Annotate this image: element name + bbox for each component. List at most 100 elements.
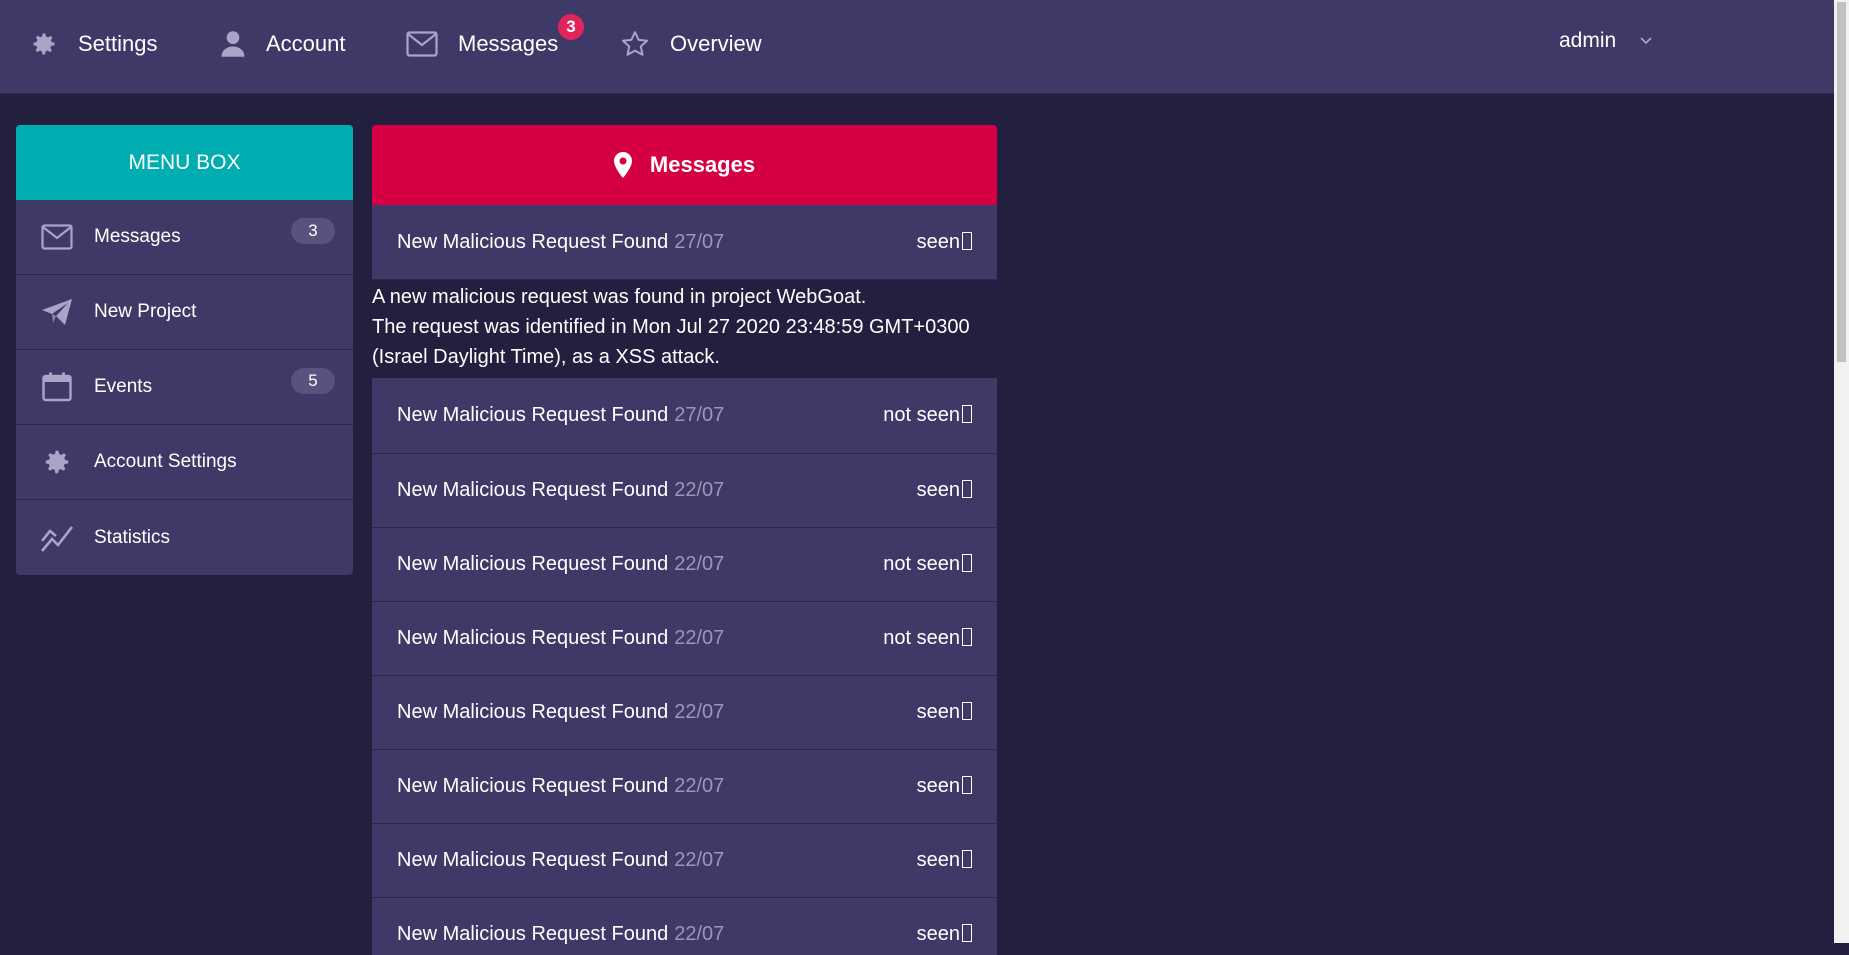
missing-glyph-icon: [962, 924, 972, 942]
message-status[interactable]: not seen: [883, 404, 972, 427]
message-date: 22/07: [674, 627, 725, 649]
messages-badge: 3: [558, 14, 584, 40]
missing-glyph-icon: [962, 480, 972, 498]
message-status-label: seen: [916, 701, 960, 723]
messages-panel: Messages New Malicious Request Found 27/0…: [372, 125, 997, 955]
gear-icon: [40, 445, 74, 479]
missing-glyph-icon: [962, 554, 972, 572]
message-body-line: A new malicious request was found in pro…: [372, 286, 867, 308]
message-title: New Malicious Request Found: [397, 627, 669, 649]
missing-glyph-icon: [962, 405, 972, 423]
message-title-wrap: New Malicious Request Found 22/07: [397, 849, 724, 872]
nav-messages[interactable]: Messages 3: [406, 14, 584, 64]
message-title: New Malicious Request Found: [397, 404, 669, 426]
menu-box: MENU BOX Messages 3 New Project Events 5…: [16, 125, 353, 575]
message-row[interactable]: New Malicious Request Found 22/07 seen: [372, 824, 997, 898]
user-icon: [221, 31, 245, 57]
message-title-wrap: New Malicious Request Found 22/07: [397, 479, 724, 502]
sidebar-item-statistics[interactable]: Statistics: [16, 500, 353, 575]
message-title-wrap: New Malicious Request Found 22/07: [397, 701, 724, 724]
message-status-label: seen: [916, 923, 960, 945]
message-status-label: seen: [916, 230, 960, 253]
message-body-line: The request was identified in Mon Jul 27…: [372, 316, 970, 338]
message-title: New Malicious Request Found: [397, 553, 669, 575]
missing-glyph-icon: [962, 628, 972, 646]
message-title: New Malicious Request Found: [397, 849, 669, 871]
message-date: 22/07: [674, 701, 725, 723]
calendar-icon: [40, 370, 74, 404]
sidebar-item-label: Account Settings: [94, 451, 237, 472]
message-title: New Malicious Request Found: [397, 230, 669, 253]
message-title-wrap: New Malicious Request Found 22/07: [397, 775, 724, 798]
envelope-icon: [40, 220, 74, 254]
nav-settings[interactable]: Settings: [30, 24, 158, 64]
chart-line-icon: [40, 521, 74, 555]
message-status[interactable]: seen: [917, 701, 972, 724]
missing-glyph-icon: [962, 850, 972, 868]
messages-count-badge: 3: [291, 218, 335, 244]
message-title: New Malicious Request Found: [397, 775, 669, 797]
envelope-icon: [406, 31, 438, 57]
sidebar-item-label: Events: [94, 376, 153, 397]
message-date: 27/07: [674, 404, 725, 426]
message-row[interactable]: New Malicious Request Found 27/07 not see…: [372, 378, 997, 454]
events-count-badge: 5: [291, 368, 335, 394]
sidebar-item-label: Statistics: [94, 526, 171, 548]
message-body: A new malicious request was found in pro…: [372, 280, 997, 378]
gear-icon: [33, 33, 55, 55]
sidebar-item-label: New Project: [94, 301, 197, 322]
nav-messages-label: Messages: [458, 31, 559, 56]
missing-glyph-icon: [962, 702, 972, 720]
messages-panel-title: Messages: [649, 152, 756, 177]
message-date: 27/07: [674, 230, 725, 253]
message-status-label: not seen: [883, 404, 960, 426]
scrollbar-thumb[interactable]: [1837, 2, 1846, 362]
message-date: 22/07: [674, 553, 725, 575]
message-row[interactable]: New Malicious Request Found 22/07 seen: [372, 454, 997, 528]
message-title: New Malicious Request Found: [397, 701, 669, 723]
message-row[interactable]: New Malicious Request Found 22/07 not see…: [372, 528, 997, 602]
sidebar-item-new-project[interactable]: New Project: [16, 275, 353, 350]
message-status[interactable]: seen: [917, 849, 972, 872]
message-row[interactable]: New Malicious Request Found 27/07 seen: [372, 205, 997, 280]
menu-box-title: MENU BOX: [16, 125, 353, 200]
username: admin: [1559, 29, 1617, 52]
message-row[interactable]: New Malicious Request Found 22/07 not see…: [372, 602, 997, 676]
message-body-line: (Israel Daylight Time), as a XSS attack.: [372, 346, 720, 368]
nav-overview-label: Overview: [670, 31, 762, 56]
message-title: New Malicious Request Found: [397, 923, 669, 945]
nav-overview[interactable]: Overview: [620, 24, 762, 64]
paper-plane-icon: [40, 295, 74, 329]
sidebar-item-events[interactable]: Events 5: [16, 350, 353, 425]
nav-account[interactable]: Account: [220, 24, 346, 64]
message-status[interactable]: not seen: [883, 627, 972, 650]
message-status[interactable]: not seen: [883, 553, 972, 576]
nav-account-label: Account: [266, 31, 346, 56]
message-date: 22/07: [674, 849, 725, 871]
sidebar-item-account-settings[interactable]: Account Settings: [16, 425, 353, 500]
message-status[interactable]: seen: [917, 479, 972, 502]
map-marker-icon: [613, 152, 632, 178]
message-status-label: seen: [916, 479, 960, 501]
message-row[interactable]: New Malicious Request Found 22/07 seen: [372, 676, 997, 750]
message-date: 22/07: [674, 479, 725, 501]
nav-settings-label: Settings: [78, 31, 158, 56]
message-status-label: seen: [916, 775, 960, 797]
message-title: New Malicious Request Found: [397, 479, 669, 501]
page-scrollbar[interactable]: [1834, 0, 1849, 943]
message-title-wrap: New Malicious Request Found 27/07: [397, 231, 724, 254]
messages-panel-header: Messages: [372, 125, 997, 205]
message-status[interactable]: seen: [917, 775, 972, 798]
top-navbar: Settings Account Messages 3 Overview adm…: [0, 0, 1834, 94]
message-date: 22/07: [674, 923, 725, 945]
star-icon: [622, 31, 648, 56]
message-title-wrap: New Malicious Request Found 27/07: [397, 404, 724, 427]
message-date: 22/07: [674, 775, 725, 797]
message-row[interactable]: New Malicious Request Found 22/07 seen: [372, 750, 997, 824]
sidebar-item-messages[interactable]: Messages 3: [16, 200, 353, 275]
sidebar-item-label: Messages: [94, 226, 181, 247]
message-status[interactable]: seen: [917, 231, 972, 254]
message-row[interactable]: New Malicious Request Found 22/07 seen: [372, 898, 997, 955]
chevron-down-icon: [1640, 37, 1652, 45]
user-menu[interactable]: admin: [1559, 24, 1652, 58]
